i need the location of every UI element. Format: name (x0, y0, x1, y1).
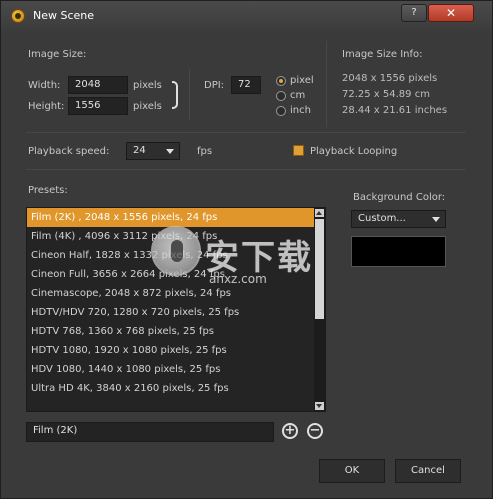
preset-item[interactable]: HDTV 768, 1360 x 768 pixels, 25 fps (27, 322, 325, 341)
unit-radio-label: pixel (290, 75, 314, 86)
chevron-down-icon (432, 217, 440, 222)
playback-speed-select[interactable]: 24 (126, 142, 180, 160)
info-inches: 28.44 x 21.61 inches (342, 105, 448, 116)
cancel-button[interactable]: Cancel (395, 459, 461, 483)
aspect-link-bracket-icon[interactable] (172, 81, 178, 109)
preset-item[interactable]: Film (4K) , 4096 x 3112 pixels, 24 fps (27, 227, 325, 246)
image-size-info-label: Image Size Info: (342, 49, 423, 60)
width-input[interactable] (75, 79, 121, 90)
separator (189, 69, 190, 121)
background-mode-value: Custom... (358, 213, 406, 224)
remove-preset-icon[interactable]: − (307, 423, 323, 439)
presets-list[interactable]: Film (2K) , 2048 x 1556 pixels, 24 fps F… (26, 207, 326, 412)
presets-label: Presets: (28, 185, 68, 196)
help-button[interactable]: ? (401, 4, 427, 22)
unit-radio-label: inch (290, 105, 311, 116)
app-logo-icon (11, 9, 25, 23)
separator (326, 41, 327, 127)
title-bar[interactable]: New Scene ? ✕ (1, 1, 492, 31)
width-field[interactable] (68, 76, 128, 94)
add-preset-icon[interactable]: + (282, 423, 298, 439)
playback-speed-value: 24 (133, 145, 146, 156)
background-color-swatch[interactable] (351, 236, 446, 267)
scroll-down-icon[interactable] (315, 402, 324, 410)
scroll-up-icon[interactable] (315, 209, 324, 217)
background-color-label: Background Color: (353, 192, 446, 203)
window-title: New Scene (33, 9, 95, 22)
preset-item[interactable]: Film (2K) , 2048 x 1556 pixels, 24 fps (27, 208, 325, 227)
close-button[interactable]: ✕ (428, 4, 474, 22)
dpi-field[interactable] (231, 76, 261, 94)
radio-icon[interactable] (276, 106, 286, 116)
radio-icon[interactable] (276, 91, 286, 101)
preset-item[interactable]: HDV 1080, 1440 x 1080 pixels, 25 fps (27, 360, 325, 379)
dpi-label: DPI: (204, 80, 225, 91)
width-unit-label: pixels (133, 80, 162, 91)
background-mode-select[interactable]: Custom... (351, 210, 446, 228)
preset-item[interactable]: Cineon Full, 3656 x 2664 pixels, 24 fps (27, 265, 325, 284)
preset-item[interactable]: HDTV 1080, 1920 x 1080 pixels, 25 fps (27, 341, 325, 360)
height-input[interactable] (75, 100, 121, 111)
info-cm: 72.25 x 54.89 cm (342, 89, 430, 100)
unit-radio-label: cm (290, 90, 306, 101)
preset-item[interactable]: HDTV/HDV 720, 1280 x 720 pixels, 25 fps (27, 303, 325, 322)
info-pixels: 2048 x 1556 pixels (342, 73, 438, 84)
scroll-thumb[interactable] (315, 219, 324, 319)
separator (26, 169, 466, 170)
height-field[interactable] (68, 97, 128, 115)
height-label: Height: (28, 101, 65, 112)
chevron-down-icon (166, 149, 174, 154)
height-unit-label: pixels (133, 101, 162, 112)
separator (26, 132, 466, 133)
playback-looping-checkbox[interactable] (293, 145, 304, 156)
new-scene-dialog: New Scene ? ✕ Image Size: Width: pixels … (0, 0, 493, 499)
presets-scrollbar[interactable] (314, 208, 325, 411)
preset-item[interactable]: Cineon Half, 1828 x 1332 pixels, 24 fps (27, 246, 325, 265)
image-size-label: Image Size: (28, 49, 87, 60)
preset-item[interactable]: Cinemascope, 2048 x 872 pixels, 24 fps (27, 284, 325, 303)
preset-name-field[interactable] (26, 422, 274, 442)
fps-unit-label: fps (197, 146, 213, 157)
playback-looping-label: Playback Looping (310, 146, 398, 157)
preset-item[interactable]: Ultra HD 4K, 3840 x 2160 pixels, 25 fps (27, 379, 325, 398)
playback-speed-label: Playback speed: (28, 146, 110, 157)
width-label: Width: (28, 80, 61, 91)
dpi-input[interactable] (238, 79, 254, 90)
radio-icon[interactable] (276, 76, 286, 86)
preset-name-input[interactable] (33, 425, 267, 436)
ok-button[interactable]: OK (319, 459, 385, 483)
